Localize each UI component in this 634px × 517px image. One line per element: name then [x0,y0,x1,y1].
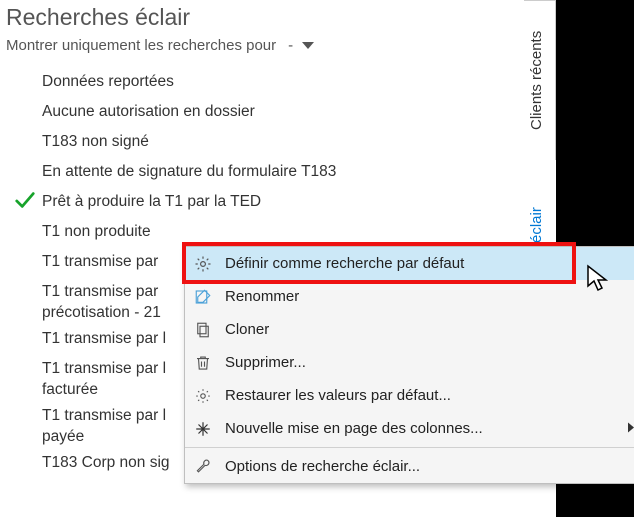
menu-item-label: Options de recherche éclair... [225,458,631,475]
list-item[interactable]: Données reportées [14,68,498,98]
check-icon [14,189,42,211]
menu-item-rename[interactable]: Renommer [185,280,634,313]
menu-item-label: Cloner [225,321,631,338]
menu-item-label: Supprimer... [225,354,631,371]
menu-separator [185,447,634,448]
menu-item-label: Nouvelle mise en page des colonnes... [225,420,631,437]
list-item-label: T183 non signé [42,129,149,153]
list-item-label: T1 transmise par l facturée [42,356,166,401]
menu-item-label: Restaurer les valeurs par défaut... [225,387,631,404]
list-item-label: Aucune autorisation en dossier [42,99,255,123]
chevron-right-icon [627,420,634,437]
chevron-down-icon[interactable] [301,41,315,51]
list-item-label: T1 transmise par [42,249,158,273]
wrench-icon [193,458,213,476]
filter-value: - [288,37,293,54]
list-item-label: T1 transmise par l payée [42,403,166,448]
filter-label: Montrer uniquement les recherches pour [6,37,276,54]
tab-clients-recents[interactable]: Clients récents [524,0,556,160]
list-item-label: Données reportées [42,69,174,93]
menu-item-columns[interactable]: Nouvelle mise en page des colonnes... [185,412,634,445]
clone-icon [193,321,213,339]
menu-item-label: Définir comme recherche par défaut [225,255,631,272]
list-item[interactable]: Aucune autorisation en dossier [14,98,498,128]
context-menu: Définir comme recherche par défaut Renom… [184,246,634,484]
menu-item-delete[interactable]: Supprimer... [185,346,634,379]
columns-icon [193,420,213,438]
list-item-label: T1 transmise par l [42,326,166,350]
menu-item-restore[interactable]: Restaurer les valeurs par défaut... [185,379,634,412]
menu-item-set-default[interactable]: Définir comme recherche par défaut [185,247,634,280]
list-item-label: En attente de signature du formulaire T1… [42,159,336,183]
list-item[interactable]: T183 non signé [14,128,498,158]
list-item-label: Prêt à produire la T1 par la TED [42,189,261,213]
list-item[interactable]: T1 non produite [14,218,498,248]
list-item[interactable]: En attente de signature du formulaire T1… [14,158,498,188]
restore-icon [193,387,213,405]
list-item-label: T1 non produite [42,219,151,243]
menu-item-options[interactable]: Options de recherche éclair... [185,450,634,483]
gear-icon [193,255,213,273]
list-item[interactable]: Prêt à produire la T1 par la TED [14,188,498,218]
rename-icon [193,288,213,306]
list-item-label: T1 transmise par précotisation - 21 [42,279,161,324]
page-title: Recherches éclair [6,4,498,31]
filter-row[interactable]: Montrer uniquement les recherches pour - [6,37,498,54]
trash-icon [193,354,213,372]
menu-item-label: Renommer [225,288,631,305]
menu-item-clone[interactable]: Cloner [185,313,634,346]
list-item-label: T183 Corp non sig [42,450,170,474]
